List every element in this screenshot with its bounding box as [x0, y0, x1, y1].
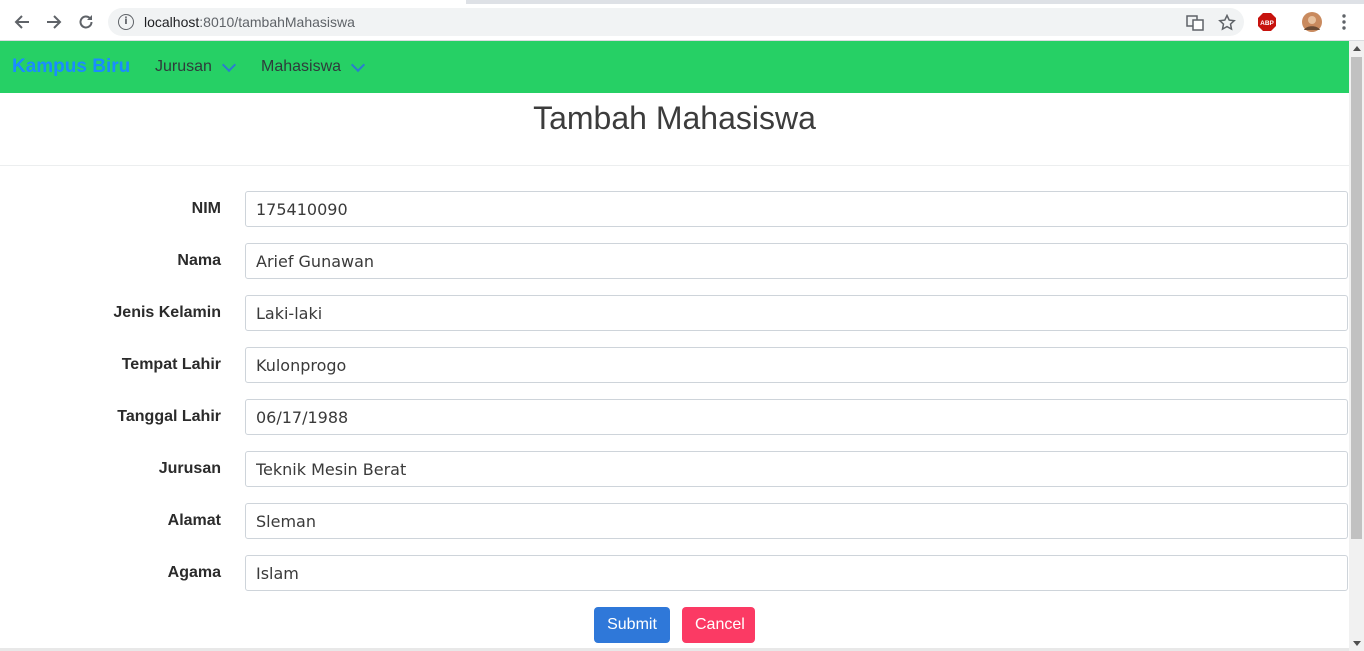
- url-text[interactable]: localhost:8010/tambahMahasiswa: [144, 14, 355, 30]
- nav-menu-label: Mahasiswa: [261, 58, 342, 75]
- scroll-down-arrow-icon[interactable]: [1353, 641, 1361, 646]
- tempat-lahir-input[interactable]: [245, 347, 1348, 383]
- profile-avatar[interactable]: [1300, 10, 1324, 34]
- jurusan-input[interactable]: [245, 451, 1348, 487]
- page-scrollbar[interactable]: [1349, 41, 1364, 651]
- reload-icon[interactable]: [74, 10, 98, 34]
- tab-strip: [0, 0, 1364, 4]
- nama-input[interactable]: [245, 243, 1348, 279]
- chevron-down-icon: [350, 57, 366, 72]
- tempat-lahir-label: Tempat Lahir: [121, 356, 221, 373]
- form-row-nama: Nama: [0, 243, 1349, 279]
- alamat-label: Alamat: [167, 512, 221, 529]
- nim-input[interactable]: [245, 191, 1348, 227]
- page-title: Tambah Mahasiswa: [533, 100, 816, 136]
- svg-text:ABP: ABP: [1260, 20, 1274, 27]
- nav-menu-label: Jurusan: [155, 58, 212, 75]
- agama-input[interactable]: [245, 555, 1348, 591]
- agama-label: Agama: [167, 564, 221, 581]
- active-tab[interactable]: [0, 0, 466, 4]
- header-divider: [0, 165, 1349, 166]
- alamat-input[interactable]: [245, 503, 1348, 539]
- nim-label: NIM: [191, 200, 221, 217]
- brand-logo[interactable]: Kampus Biru: [12, 56, 130, 78]
- form-row-jurusan: Jurusan: [0, 451, 1349, 487]
- url-host: localhost: [144, 14, 200, 30]
- address-bar[interactable]: i localhost:8010/tambahMahasiswa: [108, 8, 1244, 36]
- nav-menu-mahasiswa[interactable]: Mahasiswa: [261, 57, 366, 76]
- url-path: :8010/tambahMahasiswa: [199, 14, 355, 30]
- tanggal-lahir-label: Tanggal Lahir: [117, 408, 221, 425]
- nav-menu-jurusan[interactable]: Jurusan: [155, 57, 236, 76]
- scroll-up-arrow-icon[interactable]: [1353, 46, 1361, 51]
- browser-toolbar: i localhost:8010/tambahMahasiswa ABP: [0, 0, 1364, 41]
- form-row-tempat-lahir: Tempat Lahir: [0, 347, 1349, 383]
- jenis-kelamin-label: Jenis Kelamin: [113, 304, 221, 321]
- form-row-agama: Agama: [0, 555, 1349, 591]
- adblock-icon[interactable]: ABP: [1256, 10, 1278, 34]
- site-info-icon[interactable]: i: [118, 14, 134, 30]
- jenis-kelamin-input[interactable]: [245, 295, 1348, 331]
- jurusan-label: Jurusan: [158, 460, 221, 477]
- back-icon[interactable]: [10, 10, 34, 34]
- submit-button[interactable]: Submit: [594, 607, 670, 643]
- form-row-nim: NIM: [0, 191, 1349, 227]
- nama-label: Nama: [177, 252, 221, 269]
- chevron-down-icon: [221, 57, 236, 72]
- menu-kebab-icon[interactable]: [1334, 10, 1354, 34]
- form-row-alamat: Alamat: [0, 503, 1349, 539]
- scroll-thumb[interactable]: [1351, 57, 1362, 539]
- tanggal-lahir-input[interactable]: [245, 399, 1348, 435]
- forward-icon[interactable]: [42, 10, 66, 34]
- form-row-jenis-kelamin: Jenis Kelamin: [0, 295, 1349, 331]
- form-row-tanggal-lahir: Tanggal Lahir: [0, 399, 1349, 435]
- top-navbar: Kampus Biru Jurusan Mahasiswa: [0, 41, 1349, 93]
- translate-icon[interactable]: [1184, 11, 1206, 35]
- cancel-button[interactable]: Cancel: [682, 607, 755, 643]
- bookmark-star-icon[interactable]: [1216, 11, 1238, 35]
